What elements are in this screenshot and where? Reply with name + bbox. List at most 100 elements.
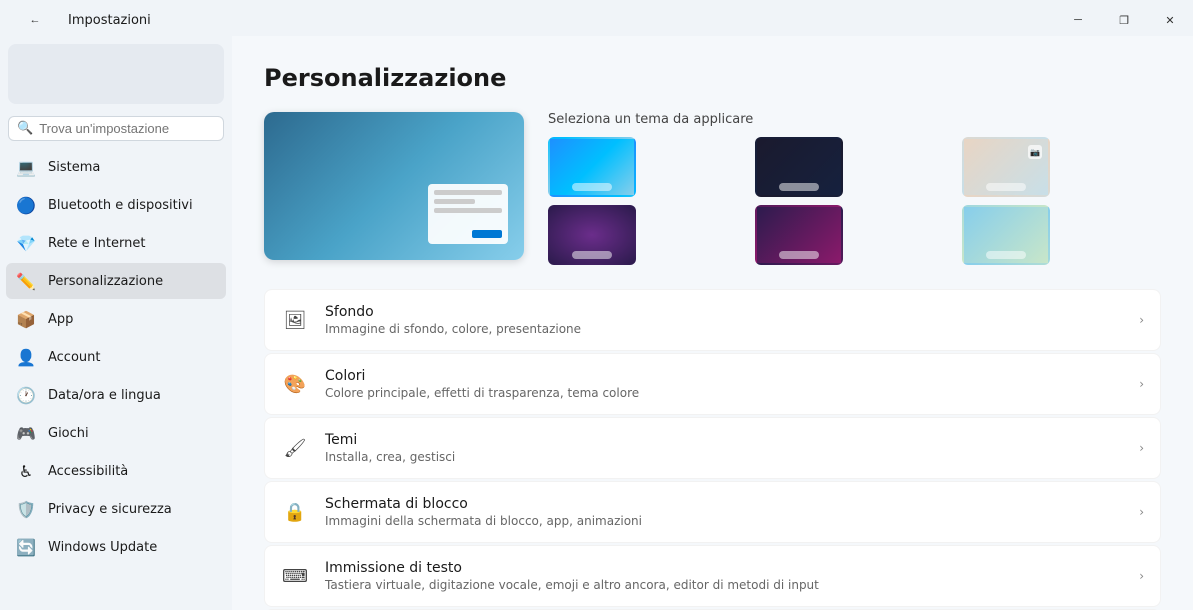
titlebar: ← Impostazioni ─ ❐ ✕ xyxy=(0,0,1193,36)
preview-button xyxy=(472,230,502,238)
theme-preview-window xyxy=(428,184,508,244)
settings-list: 🖼 Sfondo Immagine di sfondo, colore, pre… xyxy=(264,289,1161,610)
maximize-button[interactable]: ❐ xyxy=(1101,2,1147,38)
maximize-icon: ❐ xyxy=(1119,14,1129,27)
chevron-icon-sfondo: › xyxy=(1139,313,1144,327)
nav-label-rete: Rete e Internet xyxy=(48,236,145,251)
theme-card-purple[interactable] xyxy=(548,205,636,265)
theme-card-flower[interactable] xyxy=(755,205,843,265)
settings-title-colori: Colori xyxy=(325,368,1123,384)
settings-text-temi: Temi Installa, crea, gestisci xyxy=(325,432,1123,464)
sidebar-item-privacy[interactable]: 🛡️ Privacy e sicurezza xyxy=(6,491,226,527)
settings-icon-colori: 🎨 xyxy=(281,370,309,398)
preview-line-1 xyxy=(434,190,502,195)
settings-subtitle-sfondo: Immagine di sfondo, colore, presentazion… xyxy=(325,322,1123,336)
settings-text-sfondo: Sfondo Immagine di sfondo, colore, prese… xyxy=(325,304,1123,336)
theme-taskbar-dark xyxy=(779,183,819,191)
nav-icon-rete: 💎 xyxy=(16,233,36,253)
sidebar-nav: 💻 Sistema 🔵 Bluetooth e dispositivi 💎 Re… xyxy=(0,149,232,565)
theme-taskbar-sunset xyxy=(986,251,1026,259)
sidebar-item-personalizzazione[interactable]: ✏️ Personalizzazione xyxy=(6,263,226,299)
nav-label-dataora: Data/ora e lingua xyxy=(48,388,161,403)
theme-card-nature[interactable]: 📷 xyxy=(962,137,1050,197)
settings-title-schermata-blocco: Schermata di blocco xyxy=(325,496,1123,512)
nav-label-sistema: Sistema xyxy=(48,160,100,175)
search-input[interactable] xyxy=(39,121,215,136)
settings-item-colori[interactable]: 🎨 Colori Colore principale, effetti di t… xyxy=(264,353,1161,415)
back-icon: ← xyxy=(30,14,41,26)
nav-label-app: App xyxy=(48,312,73,327)
sidebar: 🔍 💻 Sistema 🔵 Bluetooth e dispositivi 💎 … xyxy=(0,36,232,610)
nav-label-giochi: Giochi xyxy=(48,426,89,441)
back-button[interactable]: ← xyxy=(12,2,58,38)
nav-icon-app: 📦 xyxy=(16,309,36,329)
theme-card-dark[interactable] xyxy=(755,137,843,197)
nav-label-personalizzazione: Personalizzazione xyxy=(48,274,163,289)
close-icon: ✕ xyxy=(1165,14,1174,27)
settings-item-sfondo[interactable]: 🖼 Sfondo Immagine di sfondo, colore, pre… xyxy=(264,289,1161,351)
nav-label-bluetooth: Bluetooth e dispositivi xyxy=(48,198,193,213)
sidebar-item-bluetooth[interactable]: 🔵 Bluetooth e dispositivi xyxy=(6,187,226,223)
nav-icon-account: 👤 xyxy=(16,347,36,367)
sidebar-item-account[interactable]: 👤 Account xyxy=(6,339,226,375)
settings-item-schermata-blocco[interactable]: 🔒 Schermata di blocco Immagini della sch… xyxy=(264,481,1161,543)
settings-text-colori: Colori Colore principale, effetti di tra… xyxy=(325,368,1123,400)
nav-icon-personalizzazione: ✏️ xyxy=(16,271,36,291)
settings-icon-sfondo: 🖼 xyxy=(281,306,309,334)
close-button[interactable]: ✕ xyxy=(1147,2,1193,38)
sidebar-profile xyxy=(8,44,224,104)
theme-taskbar-nature xyxy=(986,183,1026,191)
chevron-icon-temi: › xyxy=(1139,441,1144,455)
settings-subtitle-immissione-testo: Tastiera virtuale, digitazione vocale, e… xyxy=(325,578,1123,592)
settings-title-temi: Temi xyxy=(325,432,1123,448)
sidebar-item-accessibilita[interactable]: ♿ Accessibilità xyxy=(6,453,226,489)
sidebar-item-dataora[interactable]: 🕐 Data/ora e lingua xyxy=(6,377,226,413)
theme-card-sunset[interactable] xyxy=(962,205,1050,265)
chevron-icon-immissione-testo: › xyxy=(1139,569,1144,583)
search-icon: 🔍 xyxy=(17,121,33,136)
camera-icon: 📷 xyxy=(1028,145,1042,159)
nav-icon-privacy: 🛡️ xyxy=(16,499,36,519)
nav-label-accessibilita: Accessibilità xyxy=(48,464,128,479)
theme-section: Seleziona un tema da applicare 📷 xyxy=(264,112,1161,265)
settings-subtitle-schermata-blocco: Immagini della schermata di blocco, app,… xyxy=(325,514,1123,528)
titlebar-controls: ─ ❐ ✕ xyxy=(1055,2,1193,38)
sidebar-item-windowsupdate[interactable]: 🔄 Windows Update xyxy=(6,529,226,565)
theme-preview xyxy=(264,112,524,260)
preview-line-2 xyxy=(434,199,475,204)
minimize-button[interactable]: ─ xyxy=(1055,2,1101,38)
settings-title-sfondo: Sfondo xyxy=(325,304,1123,320)
nav-icon-sistema: 💻 xyxy=(16,157,36,177)
sidebar-item-app[interactable]: 📦 App xyxy=(6,301,226,337)
nav-icon-accessibilita: ♿ xyxy=(16,461,36,481)
sidebar-item-rete[interactable]: 💎 Rete e Internet xyxy=(6,225,226,261)
theme-card-blue[interactable] xyxy=(548,137,636,197)
main-content: Personalizzazione Seleziona un tema da a… xyxy=(232,36,1193,610)
theme-taskbar-flower xyxy=(779,251,819,259)
chevron-icon-colori: › xyxy=(1139,377,1144,391)
page-title: Personalizzazione xyxy=(264,64,1161,92)
nav-label-account: Account xyxy=(48,350,101,365)
theme-grid-label: Seleziona un tema da applicare xyxy=(548,112,1161,127)
nav-icon-giochi: 🎮 xyxy=(16,423,36,443)
theme-taskbar xyxy=(572,183,612,191)
sidebar-item-sistema[interactable]: 💻 Sistema xyxy=(6,149,226,185)
settings-text-schermata-blocco: Schermata di blocco Immagini della scher… xyxy=(325,496,1123,528)
settings-item-immissione-testo[interactable]: ⌨ Immissione di testo Tastiera virtuale,… xyxy=(264,545,1161,607)
sidebar-search-container[interactable]: 🔍 xyxy=(8,116,224,141)
sidebar-item-giochi[interactable]: 🎮 Giochi xyxy=(6,415,226,451)
chevron-icon-schermata-blocco: › xyxy=(1139,505,1144,519)
settings-subtitle-temi: Installa, crea, gestisci xyxy=(325,450,1123,464)
titlebar-left: ← Impostazioni xyxy=(12,2,151,38)
nav-icon-windowsupdate: 🔄 xyxy=(16,537,36,557)
settings-icon-temi: 🖌 xyxy=(281,434,309,462)
settings-icon-immissione-testo: ⌨ xyxy=(281,562,309,590)
nav-label-privacy: Privacy e sicurezza xyxy=(48,502,172,517)
theme-grid-section: Seleziona un tema da applicare 📷 xyxy=(548,112,1161,265)
settings-icon-schermata-blocco: 🔒 xyxy=(281,498,309,526)
settings-item-temi[interactable]: 🖌 Temi Installa, crea, gestisci › xyxy=(264,417,1161,479)
nav-label-windowsupdate: Windows Update xyxy=(48,540,157,555)
settings-text-immissione-testo: Immissione di testo Tastiera virtuale, d… xyxy=(325,560,1123,592)
minimize-icon: ─ xyxy=(1074,14,1082,26)
nav-icon-bluetooth: 🔵 xyxy=(16,195,36,215)
